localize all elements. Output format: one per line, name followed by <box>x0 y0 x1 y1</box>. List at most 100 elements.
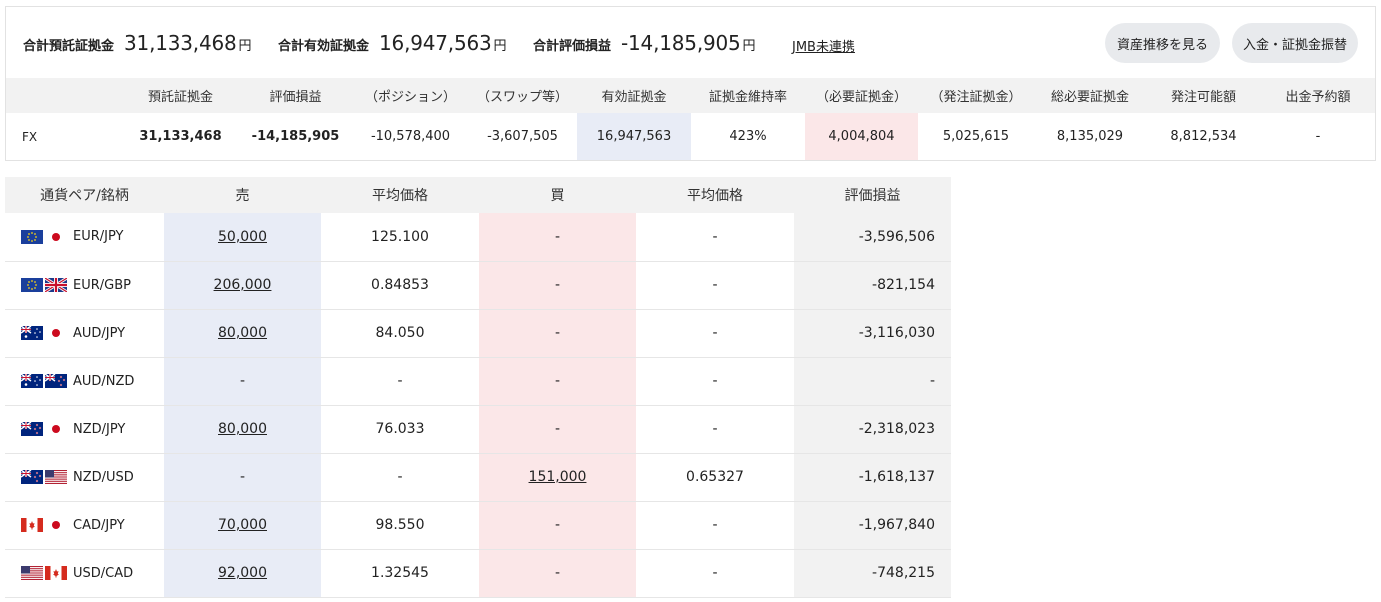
pair-name: AUD/NZD <box>73 373 135 389</box>
buy-amount-cell: - <box>479 405 636 454</box>
summary-orderable-cell: 8,812,534 <box>1170 129 1237 144</box>
position-row: CAD/JPY 70,000 98.550 - - -1,967,840 <box>5 501 951 550</box>
us-flag-icon <box>21 566 43 580</box>
pair-name: EUR/GBP <box>73 277 131 293</box>
total-effective-value: 16,947,563 <box>379 31 492 55</box>
nz-flag-icon <box>45 374 67 388</box>
header-buy: 買 <box>479 177 636 213</box>
deposit-transfer-button[interactable]: 入金・証拠金振替 <box>1232 23 1358 63</box>
summary-pl-cell: -14,185,905 <box>251 129 340 144</box>
pl-cell: -3,116,030 <box>794 309 951 358</box>
position-row: USD/CAD 92,000 1.32545 - - -748,215 <box>5 549 951 598</box>
total-effective-unit: 円 <box>493 39 507 54</box>
buy-avg-cell: - <box>636 309 794 358</box>
position-row: NZD/JPY 80,000 76.033 - - -2,318,023 <box>5 405 951 454</box>
summary-required-cell: 4,004,804 <box>805 113 918 160</box>
sell-amount-cell: 50,000 <box>164 213 321 262</box>
summary-swap-cell: -3,607,505 <box>487 129 558 144</box>
au-flag-icon <box>21 326 43 340</box>
positions-table: 通貨ペア/銘柄 売 平均価格 買 平均価格 評価損益 EUR/JPY 50,00… <box>5 177 951 598</box>
eu-flag-icon <box>21 229 43 244</box>
buy-amount-cell: - <box>479 309 636 358</box>
sell-avg-cell: - <box>321 357 479 406</box>
summary-withdrawal-cell: - <box>1315 129 1321 144</box>
buy-amount-cell: - <box>479 549 636 598</box>
buy-avg-cell: - <box>636 213 794 262</box>
eu-flag-icon <box>21 278 43 292</box>
sell-avg-cell: 125.100 <box>321 213 479 262</box>
pl-cell: -821,154 <box>794 261 951 310</box>
summary-total-required-cell: 8,135,029 <box>1056 129 1124 144</box>
summary-header-position: （ポジション） <box>353 78 468 113</box>
buy-avg-cell: 0.65327 <box>636 453 794 502</box>
summary-header-deposit: 預託証拠金 <box>123 78 238 113</box>
buy-amount-link[interactable]: 151,000 <box>529 469 587 485</box>
margin-summary-header-row: 預託証拠金 評価損益 （ポジション） （スワップ等） 有効証拠金 証拠金維持率 … <box>6 78 1375 113</box>
pl-cell: -748,215 <box>794 549 951 598</box>
header-buy-avg: 平均価格 <box>636 177 794 213</box>
summary-header-total-required: 総必要証拠金 <box>1034 78 1146 113</box>
sell-amount-link[interactable]: 70,000 <box>218 517 267 533</box>
sell-amount-link[interactable]: 206,000 <box>214 277 272 293</box>
us-flag-icon <box>45 470 67 484</box>
pl-cell: -3,596,506 <box>794 213 951 262</box>
sell-amount-link[interactable]: 80,000 <box>218 421 267 437</box>
pl-cell: -2,318,023 <box>794 405 951 454</box>
buy-amount-cell: - <box>479 213 636 262</box>
au-flag-icon <box>21 374 43 388</box>
buy-avg-cell: - <box>636 357 794 406</box>
pair-cell: CAD/JPY <box>5 501 164 550</box>
total-deposit-value: 31,133,468 <box>124 31 237 55</box>
sell-amount-cell: 80,000 <box>164 309 321 358</box>
sell-amount-cell: - <box>164 453 321 502</box>
position-row: AUD/NZD - - - - - <box>5 357 951 406</box>
header-pair: 通貨ペア/銘柄 <box>5 177 164 213</box>
summary-header-required: （必要証拠金） <box>805 78 918 113</box>
sell-amount-link[interactable]: 92,000 <box>218 565 267 581</box>
buy-amount-cell: - <box>479 357 636 406</box>
position-row: EUR/GBP 206,000 0.84853 - - -821,154 <box>5 261 951 310</box>
nz-flag-icon <box>21 470 43 484</box>
summary-header-maintenance: 証拠金維持率 <box>691 78 805 113</box>
pl-cell: -1,618,137 <box>794 453 951 502</box>
jp-flag-icon <box>45 230 67 244</box>
buy-avg-cell: - <box>636 549 794 598</box>
pair-name: AUD/JPY <box>73 325 126 341</box>
pair-cell: NZD/USD <box>5 453 164 502</box>
total-deposit-unit: 円 <box>238 39 252 54</box>
pair-name: USD/CAD <box>73 565 134 581</box>
summary-row-label: FX <box>22 129 38 144</box>
jp-flag-icon <box>45 518 67 532</box>
summary-header-order-margin: （発注証拠金） <box>918 78 1034 113</box>
sell-amount-cell: 70,000 <box>164 501 321 550</box>
buy-avg-cell: - <box>636 405 794 454</box>
sell-amount-link[interactable]: 80,000 <box>218 325 267 341</box>
positions-header-row: 通貨ペア/銘柄 売 平均価格 買 平均価格 評価損益 <box>5 177 951 213</box>
pair-cell: AUD/JPY <box>5 309 164 358</box>
buy-amount-cell: - <box>479 261 636 310</box>
summary-header-withdrawal: 出金予約額 <box>1261 78 1375 113</box>
buy-avg-cell: - <box>636 501 794 550</box>
summary-top-bar: 合計預託証拠金 31,133,468 円 合計有効証拠金 16,947,563 … <box>6 7 1375 78</box>
sell-amount-cell: 92,000 <box>164 549 321 598</box>
sell-avg-cell: 0.84853 <box>321 261 479 310</box>
pair-cell: USD/CAD <box>5 549 164 598</box>
total-pl-unit: 円 <box>742 39 756 54</box>
sell-avg-cell: 1.32545 <box>321 549 479 598</box>
pair-cell: EUR/JPY <box>5 213 164 262</box>
summary-header-effective: 有効証拠金 <box>577 78 691 113</box>
pair-cell: NZD/JPY <box>5 405 164 454</box>
sell-avg-cell: 98.550 <box>321 501 479 550</box>
summary-position-cell: -10,578,400 <box>370 129 451 144</box>
asset-history-button[interactable]: 資産推移を見る <box>1105 23 1220 63</box>
total-pl-value: -14,185,905 <box>621 31 741 55</box>
sell-amount-link[interactable]: 50,000 <box>218 229 267 245</box>
jp-flag-icon <box>45 326 67 340</box>
summary-maintenance-cell: 423% <box>729 129 767 144</box>
jmb-link[interactable]: JMB未連携 <box>792 36 855 55</box>
pl-cell: - <box>794 357 951 406</box>
sell-avg-cell: - <box>321 453 479 502</box>
total-deposit-metric: 合計預託証拠金 31,133,468 円 <box>23 31 252 55</box>
total-pl-metric: 合計評価損益 -14,185,905 円 <box>533 31 756 55</box>
pl-cell: -1,967,840 <box>794 501 951 550</box>
